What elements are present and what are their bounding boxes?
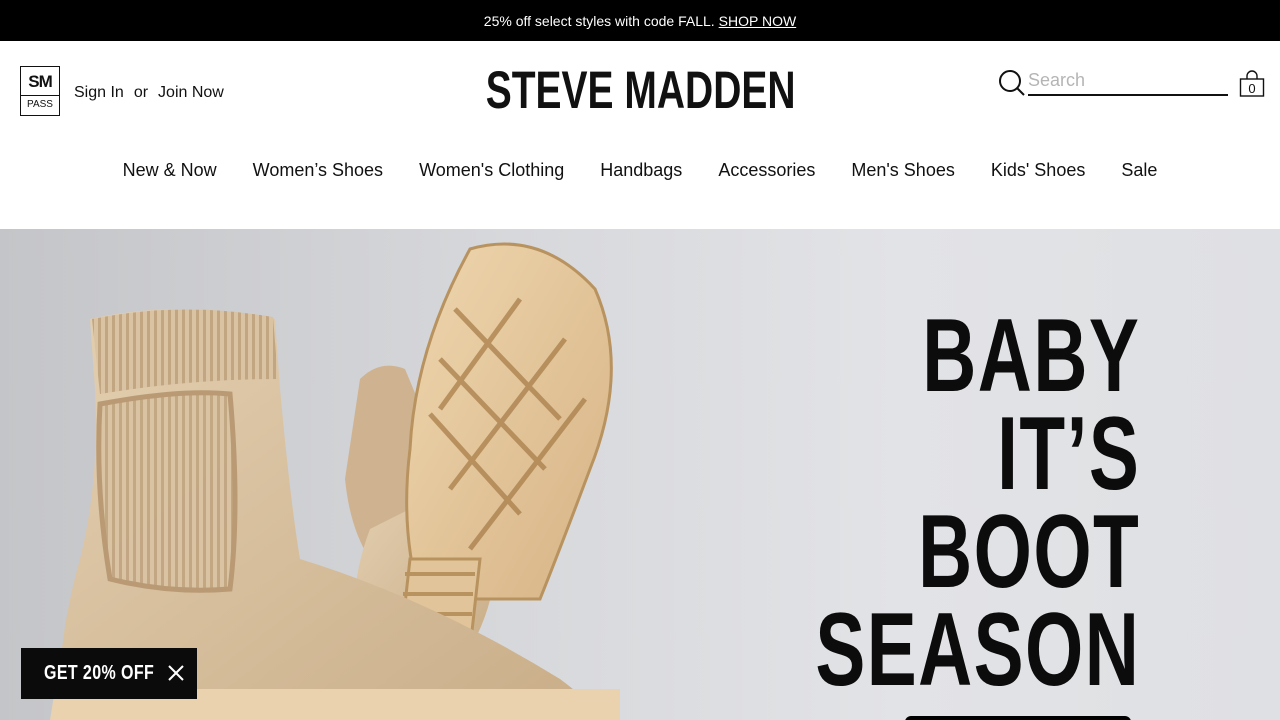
sm-pass-logo-top: SM xyxy=(28,71,52,91)
account-links: Sign In or Join Now xyxy=(74,84,224,102)
nav-mens-shoes[interactable]: Men's Shoes xyxy=(851,155,955,185)
nav-handbags[interactable]: Handbags xyxy=(600,155,682,185)
nav-accessories[interactable]: Accessories xyxy=(718,155,815,185)
sm-pass-logo-bottom: PASS xyxy=(21,94,59,110)
nav-womens-shoes[interactable]: Women’s Shoes xyxy=(253,155,383,185)
promo-text: 25% off select styles with code FALL. xyxy=(483,12,715,29)
search-icon[interactable] xyxy=(998,69,1026,97)
sm-pass-logo[interactable]: SM PASS xyxy=(20,66,60,116)
nav-new-now[interactable]: New & Now xyxy=(123,155,217,185)
sign-in-link[interactable]: Sign In xyxy=(74,84,124,102)
join-now-link[interactable]: Join Now xyxy=(158,84,224,102)
nav-sale[interactable]: Sale xyxy=(1121,155,1157,185)
cart-count: 0 xyxy=(1248,81,1256,96)
discount-offer-tab[interactable]: GET 20% OFF xyxy=(21,648,197,699)
hero-headline: BABY IT’S BOOT SEASON xyxy=(689,298,1140,708)
nav-womens-clothing[interactable]: Women's Clothing xyxy=(419,155,564,185)
close-icon[interactable] xyxy=(167,664,185,682)
hero-line-2: IT’S xyxy=(996,396,1140,512)
or-text: or xyxy=(133,84,149,101)
hero-line-3: BOOT xyxy=(917,494,1140,610)
offer-label: GET 20% OFF xyxy=(44,662,155,684)
search-input[interactable] xyxy=(1028,66,1228,96)
hero-line-1: BABY xyxy=(922,298,1140,414)
site-logo[interactable]: STEVE MADDEN xyxy=(486,61,796,120)
hero-banner[interactable]: BABY IT’S BOOT SEASON xyxy=(0,229,1280,720)
promo-bar: 25% off select styles with code FALL. SH… xyxy=(0,0,1280,41)
site-header: SM PASS Sign In or Join Now STEVE MADDEN… xyxy=(0,41,1280,141)
shop-now-link[interactable]: SHOP NOW xyxy=(719,13,797,29)
nav-kids-shoes[interactable]: Kids' Shoes xyxy=(991,155,1086,185)
hero-line-4: SEASON xyxy=(815,592,1140,708)
hero-boots-image xyxy=(50,242,620,720)
hero-cta-button[interactable] xyxy=(905,716,1131,720)
site-logo-text: STEVE MADDEN xyxy=(486,60,796,120)
main-nav: New & Now Women’s Shoes Women's Clothing… xyxy=(0,155,1280,185)
